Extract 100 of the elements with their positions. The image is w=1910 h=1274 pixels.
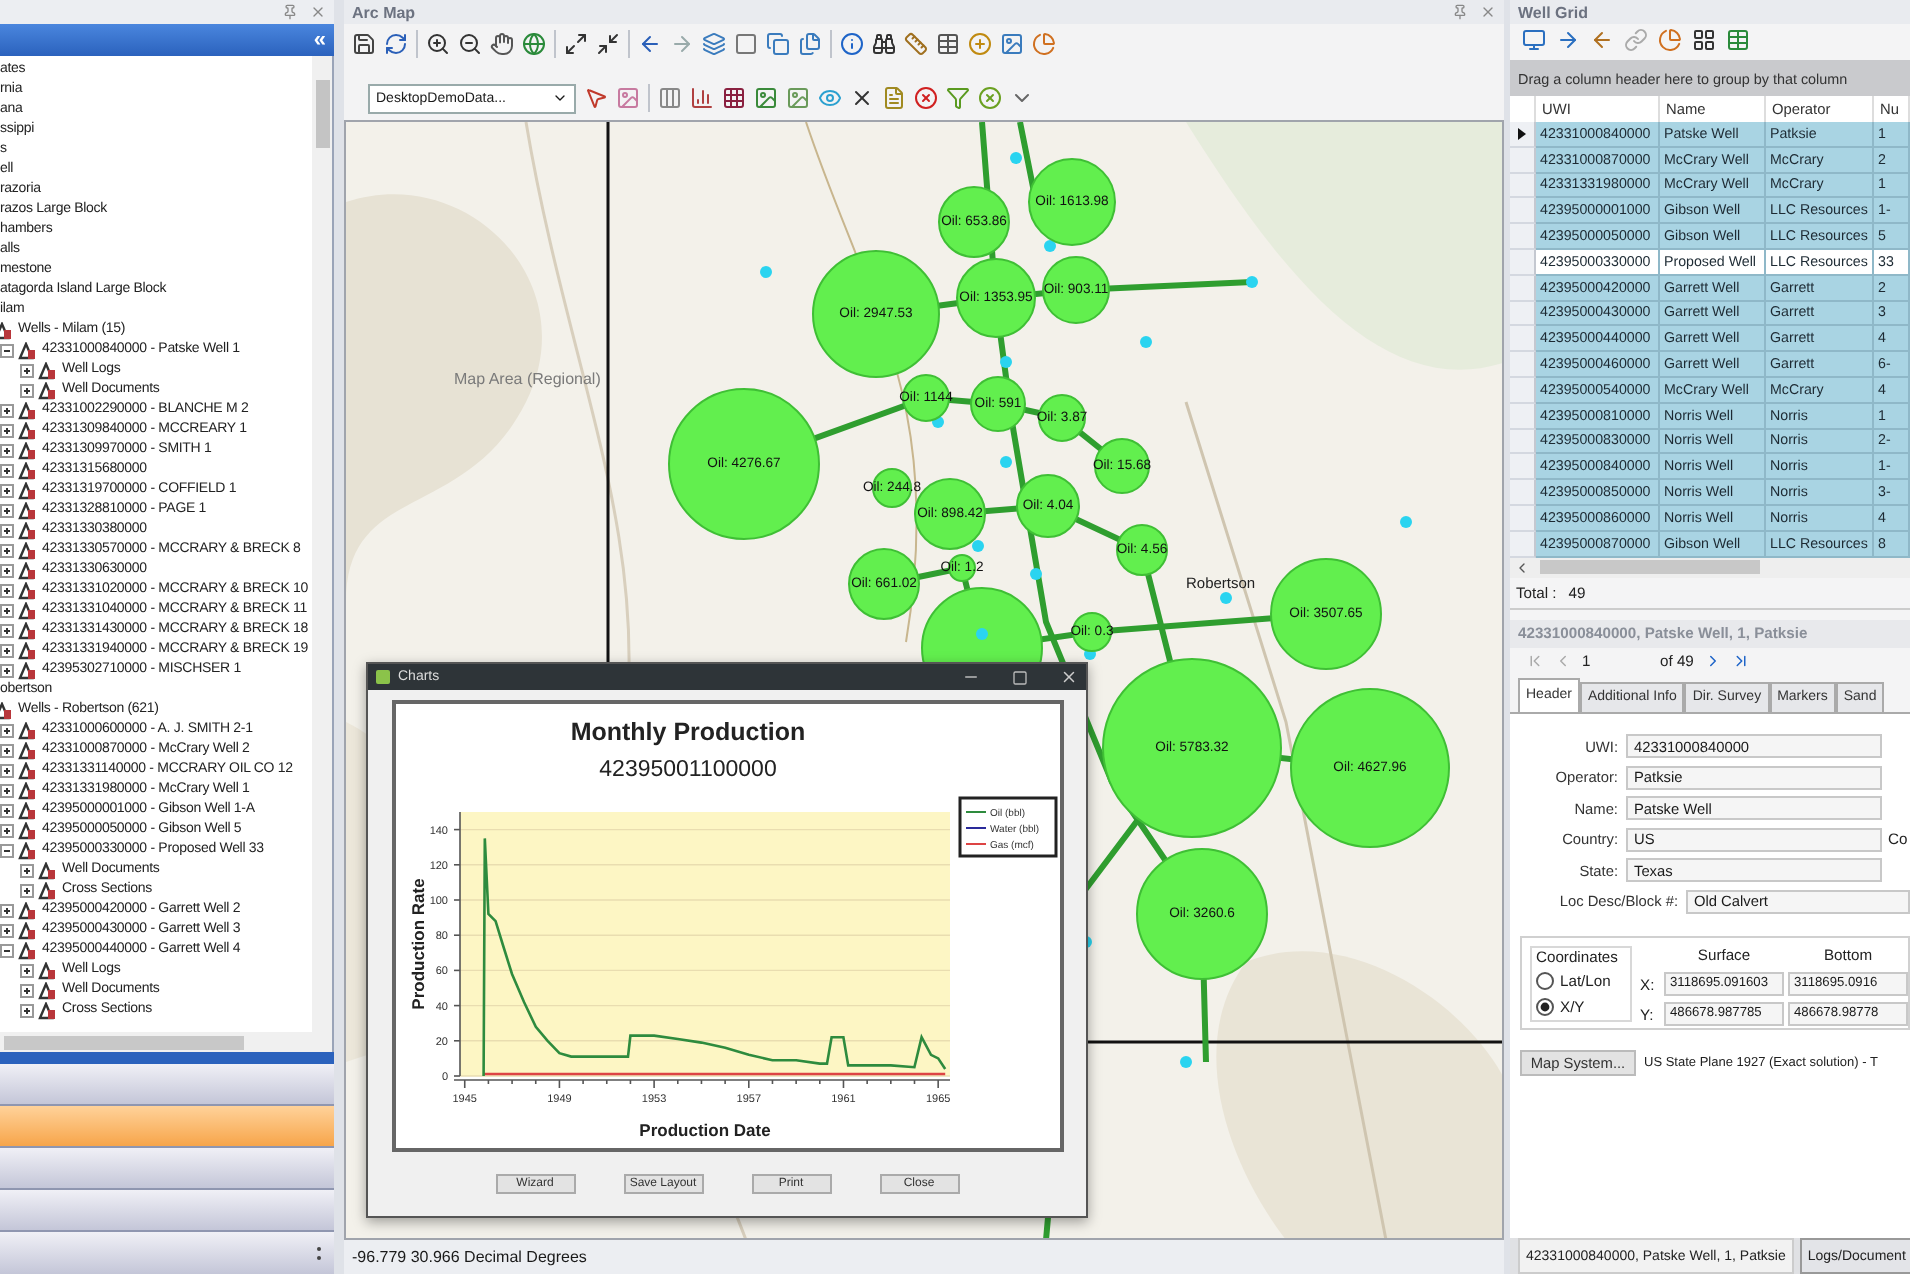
globe-icon[interactable] <box>522 32 546 56</box>
shrink-icon[interactable] <box>596 32 620 56</box>
well-icon <box>18 601 36 619</box>
expand-toggle[interactable] <box>20 363 34 377</box>
last-record-icon[interactable] <box>1731 652 1750 671</box>
well-icon <box>18 461 36 479</box>
well-icon <box>18 641 36 659</box>
import-icon[interactable] <box>1590 28 1614 52</box>
navigation-pane-button[interactable] <box>0 1064 334 1106</box>
radio-button[interactable] <box>1536 998 1554 1017</box>
image-icon[interactable] <box>616 86 640 110</box>
overflow-icon[interactable] <box>316 1245 322 1261</box>
expand-toggle[interactable] <box>0 623 14 637</box>
zoom-out-icon[interactable] <box>458 32 482 56</box>
expand-icon[interactable] <box>564 32 588 56</box>
expand-toggle[interactable] <box>0 423 14 437</box>
expand-toggle[interactable] <box>0 783 14 797</box>
navigation-pane-button[interactable] <box>0 1190 334 1232</box>
image-icon[interactable] <box>1000 32 1024 56</box>
expand-toggle[interactable] <box>20 963 34 977</box>
expand-toggle[interactable] <box>0 343 14 357</box>
scrollbar[interactable] <box>312 56 332 1032</box>
expand-toggle[interactable] <box>0 463 14 477</box>
expand-toggle[interactable] <box>0 843 14 857</box>
scroll-left-icon[interactable] <box>1514 559 1530 576</box>
bar-chart-icon[interactable] <box>690 86 714 110</box>
eye-icon[interactable] <box>818 86 842 110</box>
well-icon <box>18 481 36 499</box>
well-icon <box>18 721 36 739</box>
columns-icon[interactable] <box>658 86 682 110</box>
pin-icon[interactable] <box>1452 4 1468 20</box>
hand-icon[interactable] <box>490 32 514 56</box>
well-icon <box>18 781 36 799</box>
scrollbar[interactable] <box>0 1032 332 1052</box>
image-icon[interactable] <box>754 86 778 110</box>
expand-toggle[interactable] <box>0 743 14 757</box>
binoculars-icon[interactable] <box>872 32 896 56</box>
pin-icon[interactable] <box>282 4 298 20</box>
files-icon[interactable] <box>798 32 822 56</box>
collapse-button[interactable]: « <box>313 29 326 51</box>
navigation-pane-button[interactable] <box>0 1148 334 1190</box>
copy-icon[interactable] <box>766 32 790 56</box>
expand-toggle[interactable] <box>0 903 14 917</box>
expand-toggle[interactable] <box>0 483 14 497</box>
expand-toggle[interactable] <box>0 523 14 537</box>
table-icon[interactable] <box>1726 28 1750 52</box>
refresh-icon[interactable] <box>384 32 408 56</box>
save-icon[interactable] <box>352 32 376 56</box>
expand-toggle[interactable] <box>0 723 14 737</box>
monitor-icon[interactable] <box>1522 28 1546 52</box>
close-icon[interactable] <box>850 86 874 110</box>
well-icon <box>18 801 36 819</box>
expand-toggle[interactable] <box>0 403 14 417</box>
expand-toggle[interactable] <box>20 1003 34 1017</box>
grid-icon[interactable] <box>1692 28 1716 52</box>
grid-icon[interactable] <box>722 86 746 110</box>
expand-toggle[interactable] <box>20 983 34 997</box>
well-icon <box>18 621 36 639</box>
panel-title: Arc Map <box>352 3 416 21</box>
scrollbar[interactable] <box>1510 557 1910 578</box>
well-icon <box>18 661 36 679</box>
expand-toggle[interactable] <box>0 543 14 557</box>
expand-toggle[interactable] <box>0 923 14 937</box>
info-icon[interactable] <box>840 32 864 56</box>
well-icon <box>38 981 56 999</box>
filter-icon[interactable] <box>946 86 970 110</box>
expand-toggle[interactable] <box>0 583 14 597</box>
layers-icon[interactable] <box>702 32 726 56</box>
export-icon[interactable] <box>1556 28 1580 52</box>
expand-toggle[interactable] <box>0 763 14 777</box>
expand-toggle[interactable] <box>0 643 14 657</box>
expand-toggle[interactable] <box>0 443 14 457</box>
pie-chart-icon[interactable] <box>1658 28 1682 52</box>
image-icon[interactable] <box>786 86 810 110</box>
add-icon[interactable] <box>968 32 992 56</box>
expand-toggle[interactable] <box>0 823 14 837</box>
expand-toggle[interactable] <box>20 883 34 897</box>
expand-toggle[interactable] <box>0 563 14 577</box>
well-icon <box>18 501 36 519</box>
expand-toggle[interactable] <box>0 603 14 617</box>
expand-toggle[interactable] <box>0 663 14 677</box>
table-icon[interactable] <box>936 32 960 56</box>
zoom-in-icon[interactable] <box>426 32 450 56</box>
expand-toggle[interactable] <box>20 383 34 397</box>
radio-button[interactable] <box>1536 971 1554 990</box>
pointer-icon[interactable] <box>584 86 608 110</box>
expand-toggle[interactable] <box>0 803 14 817</box>
expand-toggle[interactable] <box>20 863 34 877</box>
clear-icon[interactable] <box>978 86 1002 110</box>
close-icon[interactable] <box>1060 668 1078 686</box>
ruler-icon[interactable] <box>904 32 928 56</box>
expand-toggle[interactable] <box>0 503 14 517</box>
maximize-icon[interactable] <box>1012 669 1028 685</box>
square-icon[interactable] <box>734 32 758 56</box>
expand-toggle[interactable] <box>0 943 14 957</box>
back-icon[interactable] <box>638 32 662 56</box>
delete-icon[interactable] <box>914 86 938 110</box>
document-icon[interactable] <box>882 86 906 110</box>
row-selector[interactable] <box>1510 122 1536 148</box>
pie-chart-icon[interactable] <box>1032 32 1056 56</box>
